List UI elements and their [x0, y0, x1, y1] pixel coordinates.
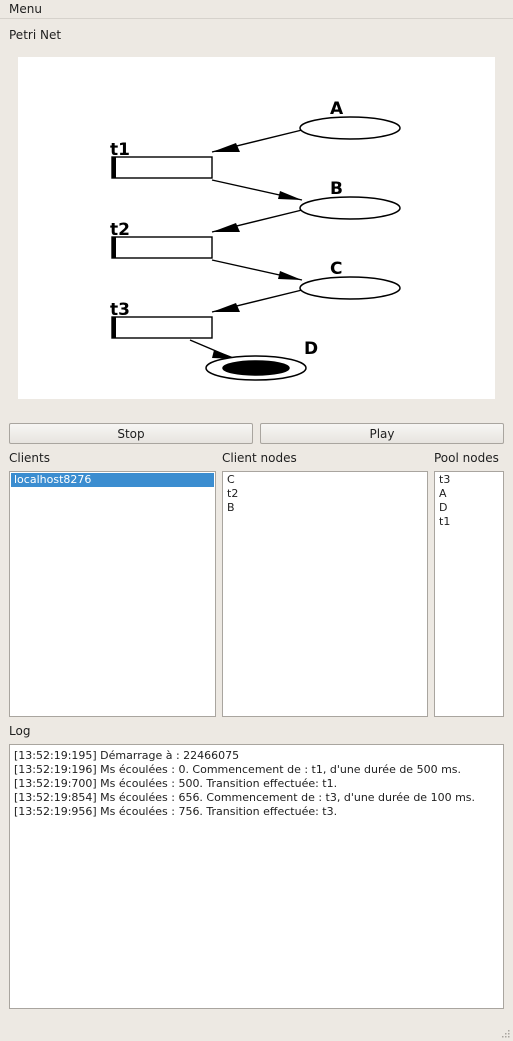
- place-label-B: B: [330, 179, 343, 199]
- place-D-token: [222, 360, 290, 376]
- list-item-client-node[interactable]: t2: [224, 487, 426, 501]
- transition-t2: [111, 236, 213, 259]
- place-B: [299, 196, 401, 220]
- transition-bar: [112, 237, 116, 258]
- list-item-client-node[interactable]: B: [224, 501, 426, 515]
- clients-label: Clients: [9, 451, 50, 465]
- arrowhead: [278, 191, 302, 200]
- log-line: [13:52:19:196] Ms écoulées : 0. Commence…: [14, 763, 462, 776]
- place-label-C: C: [330, 259, 342, 279]
- log-line: [13:52:19:700] Ms écoulées : 500. Transi…: [14, 777, 338, 790]
- list-item-client-node[interactable]: C: [224, 473, 426, 487]
- arrowhead: [278, 271, 302, 280]
- pool-nodes-label: Pool nodes: [434, 451, 499, 465]
- list-item-pool-node[interactable]: D: [436, 501, 502, 515]
- arrowhead: [212, 143, 240, 152]
- petri-net-svg: A B C D t1 t2 t3: [110, 99, 401, 381]
- arrowhead: [212, 223, 240, 232]
- place-C: [299, 276, 401, 300]
- client-nodes-list[interactable]: C t2 B: [222, 471, 428, 717]
- transition-bar: [112, 317, 116, 338]
- list-item-pool-node[interactable]: t3: [436, 473, 502, 487]
- list-item-pool-node[interactable]: A: [436, 487, 502, 501]
- transition-label-t2: t2: [110, 220, 130, 240]
- client-nodes-label: Client nodes: [222, 451, 297, 465]
- stop-button[interactable]: Stop: [9, 423, 253, 444]
- clients-list[interactable]: localhost8276: [9, 471, 216, 717]
- transition-bar: [112, 157, 116, 178]
- transition-t1: [111, 156, 213, 179]
- log-label: Log: [9, 724, 31, 738]
- menu-bar: Menu: [0, 0, 513, 19]
- log-line: [13:52:19:956] Ms écoulées : 756. Transi…: [14, 805, 338, 818]
- menu-item-menu[interactable]: Menu: [9, 2, 42, 16]
- pool-nodes-list[interactable]: t3 A D t1: [434, 471, 504, 717]
- list-item-pool-node[interactable]: t1: [436, 515, 502, 529]
- log-line: [13:52:19:854] Ms écoulées : 656. Commen…: [14, 791, 476, 804]
- list-item-client[interactable]: localhost8276: [11, 473, 214, 487]
- place-label-A: A: [330, 99, 344, 119]
- transition-label-t1: t1: [110, 140, 130, 160]
- play-button[interactable]: Play: [260, 423, 504, 444]
- arrowhead: [212, 303, 240, 312]
- transition-label-t3: t3: [110, 300, 130, 320]
- log-line: [13:52:19:195] Démarrage à : 22466075: [14, 749, 240, 762]
- place-A: [299, 116, 401, 140]
- place-label-D: D: [304, 339, 318, 359]
- petri-net-label: Petri Net: [9, 28, 62, 42]
- resize-grip-icon[interactable]: [500, 1028, 510, 1038]
- petri-net-graph: A B C D t1 t2 t3: [18, 57, 495, 399]
- transition-t3: [111, 316, 213, 339]
- log-textarea[interactable]: [13:52:19:195] Démarrage à : 22466075 [1…: [9, 744, 504, 1009]
